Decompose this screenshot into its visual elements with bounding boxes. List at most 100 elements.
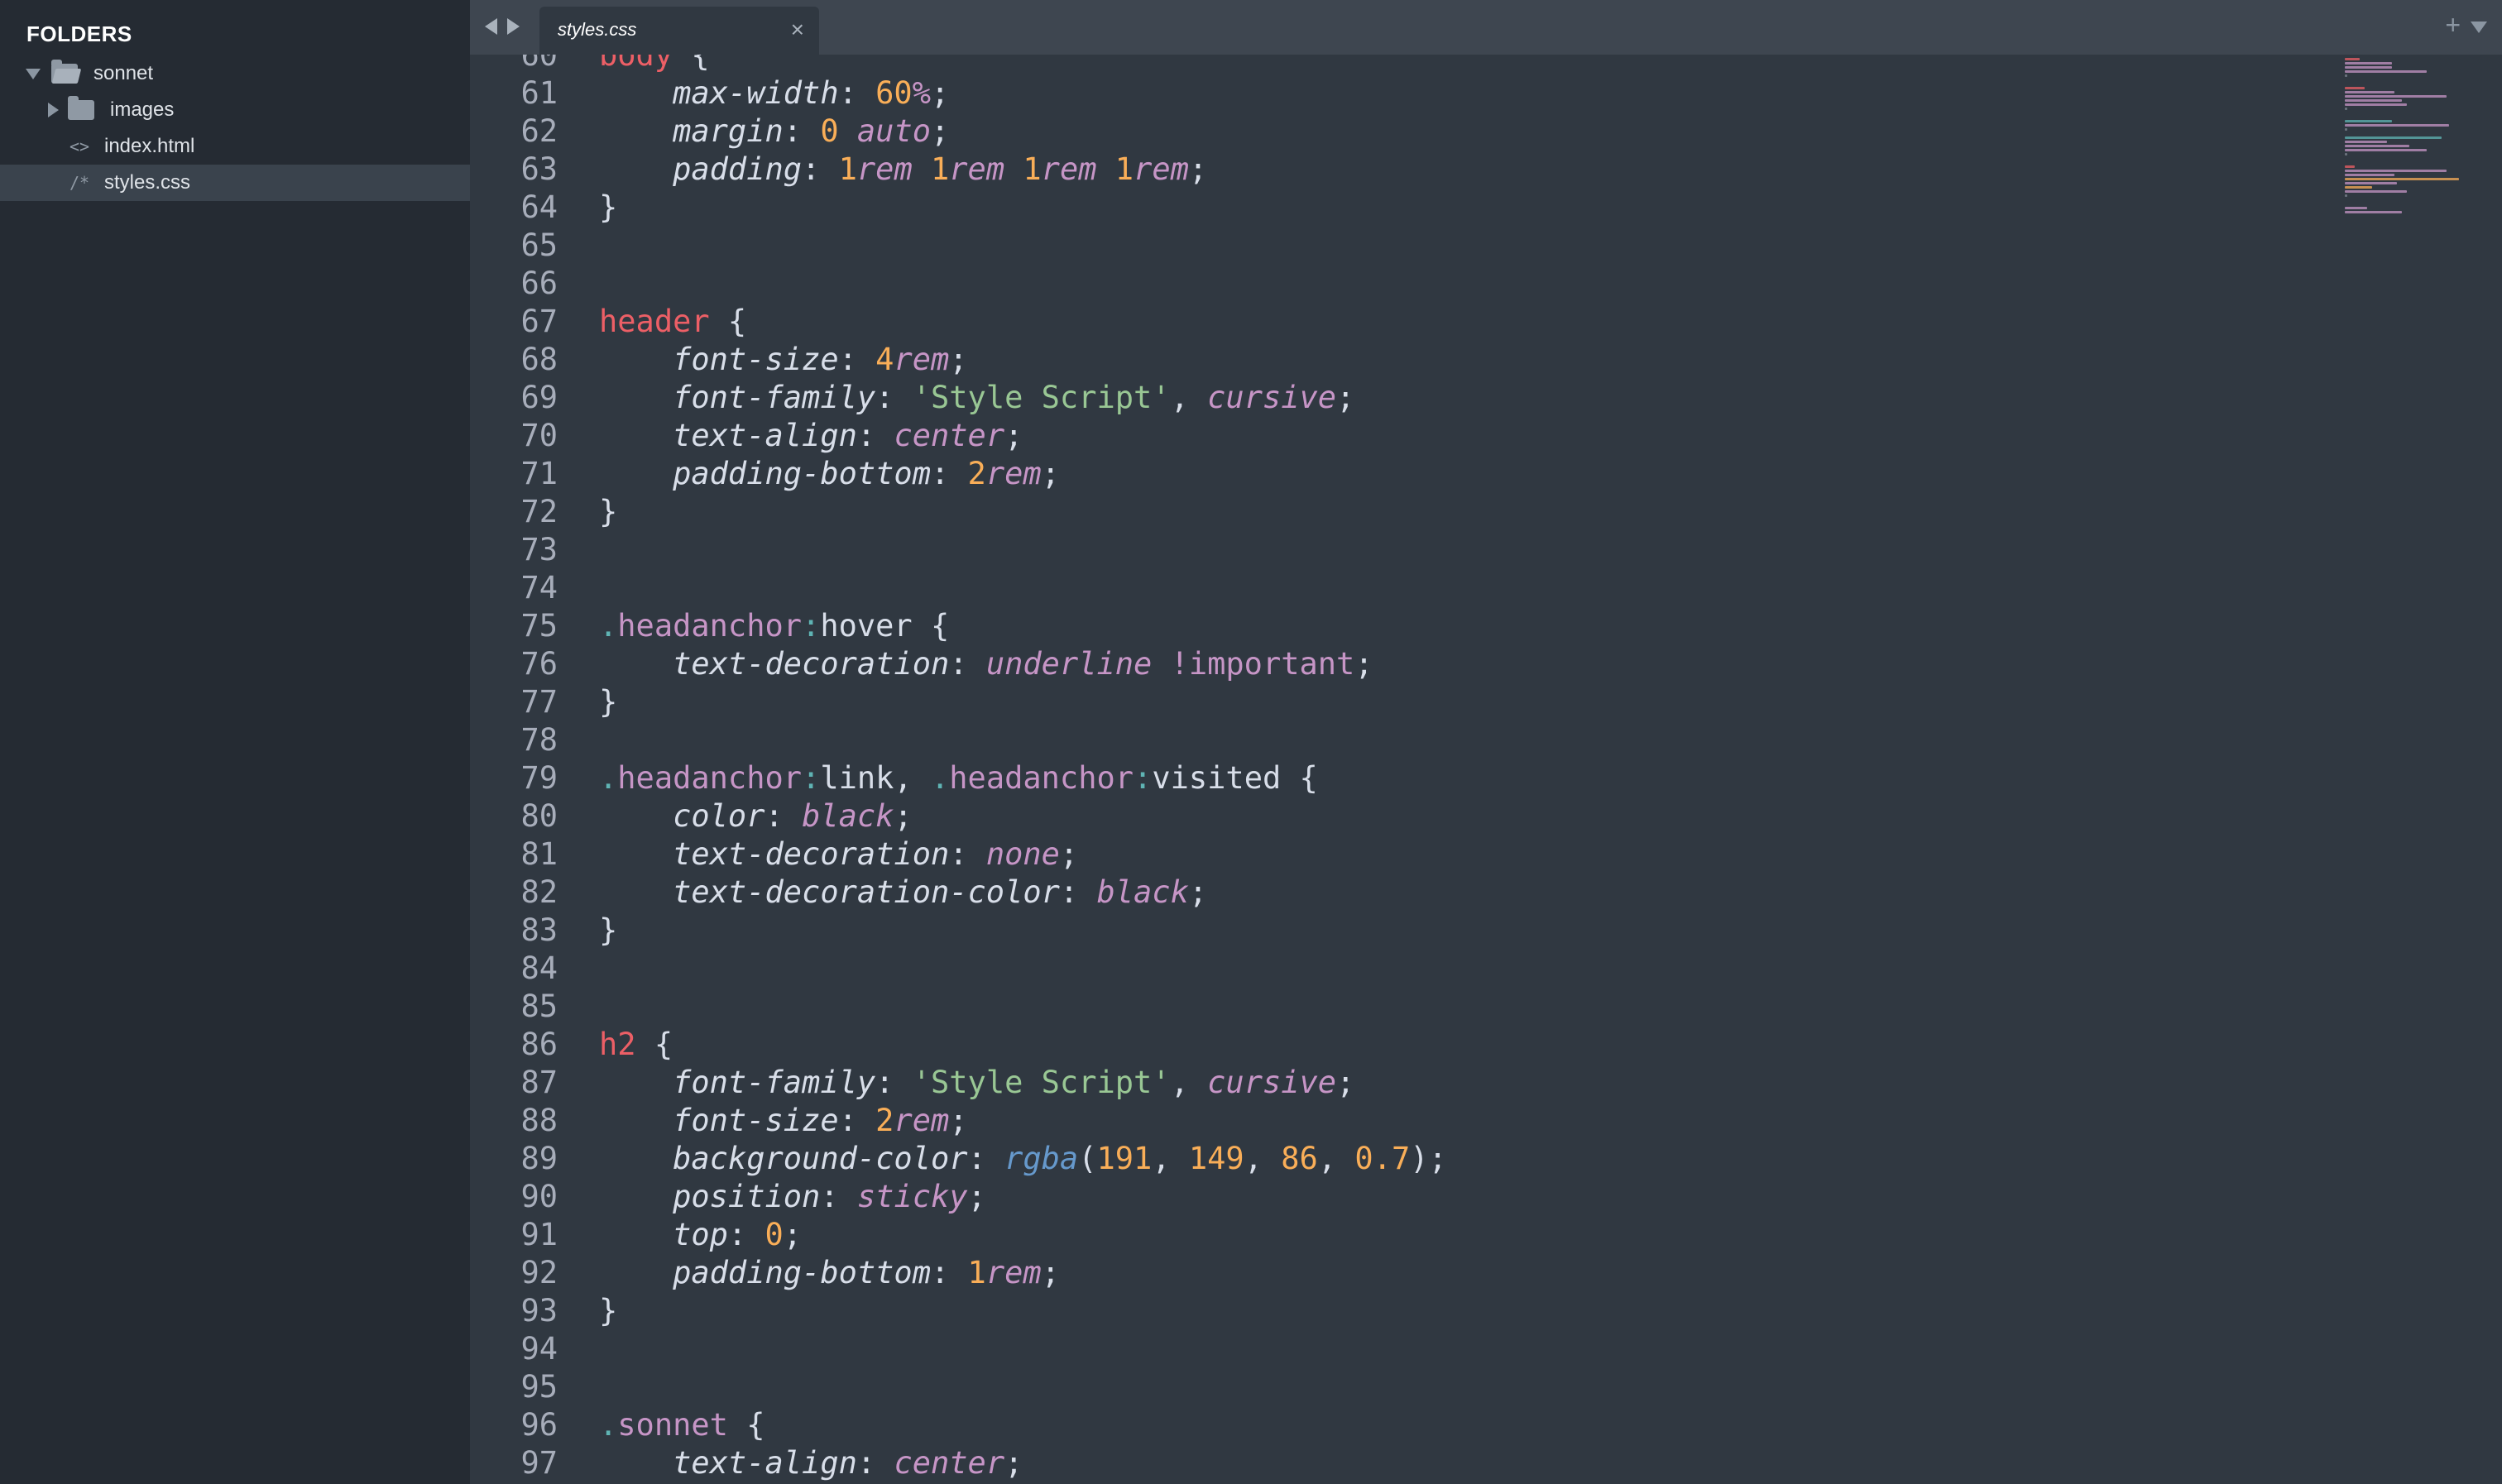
code-line[interactable]: 61 max-width: 60%; bbox=[470, 74, 2290, 112]
code-token: } bbox=[599, 684, 618, 720]
line-content: .headanchor:link, .headanchor:visited { bbox=[599, 759, 1318, 797]
line-number: 73 bbox=[520, 532, 558, 567]
code-line[interactable]: 94 bbox=[470, 1330, 2290, 1368]
code-line[interactable]: 64} bbox=[470, 189, 2290, 227]
line-content: } bbox=[599, 683, 617, 721]
line-number: 78 bbox=[520, 722, 558, 758]
code-line[interactable]: 92 padding-bottom: 1rem; bbox=[470, 1254, 2290, 1292]
code-token: , bbox=[1170, 380, 1208, 415]
code-token: font-family bbox=[673, 380, 876, 415]
tab-styles-css[interactable]: styles.css × bbox=[539, 7, 819, 55]
code-line[interactable]: 74 bbox=[470, 569, 2290, 607]
line-number: 76 bbox=[520, 646, 558, 682]
code-line[interactable]: 82 text-decoration-color: black; bbox=[470, 874, 2290, 912]
minimap[interactable] bbox=[2345, 58, 2485, 488]
code-token: ; bbox=[931, 75, 950, 111]
line-content: header { bbox=[599, 303, 746, 341]
code-line[interactable]: 77} bbox=[470, 683, 2290, 721]
code-line[interactable]: 72} bbox=[470, 493, 2290, 531]
code-token: ; bbox=[1188, 151, 1208, 187]
code-token: : bbox=[802, 151, 839, 187]
code-token: font-size bbox=[673, 1103, 839, 1138]
code-line[interactable]: 60 body { bbox=[470, 55, 2290, 74]
code-line[interactable]: 86 h2 { bbox=[470, 1026, 2290, 1064]
code-line[interactable]: 62 margin: 0 auto; bbox=[470, 112, 2290, 151]
code-line[interactable]: 93} bbox=[470, 1292, 2290, 1330]
code-line[interactable]: 73 bbox=[470, 531, 2290, 569]
code-line[interactable]: 65 bbox=[470, 227, 2290, 265]
minimap-line bbox=[2345, 83, 2485, 85]
code-line[interactable]: 75 .headanchor:hover { bbox=[470, 607, 2290, 645]
disclosure-collapsed-icon[interactable] bbox=[48, 103, 59, 117]
arrow-right-icon[interactable] bbox=[507, 18, 520, 35]
code-editor[interactable]: 60 body {61 max-width: 60%; 62 margin: 0 a… bbox=[470, 55, 2502, 1484]
code-line[interactable]: 84 bbox=[470, 950, 2290, 988]
code-line[interactable]: 96 .sonnet { bbox=[470, 1406, 2290, 1444]
code-line[interactable]: 63 padding: 1rem 1rem 1rem 1rem; bbox=[470, 151, 2290, 189]
code-line[interactable]: 70 text-align: center; bbox=[470, 417, 2290, 455]
code-line[interactable]: 87 font-family: 'Style Script', cursive; bbox=[470, 1064, 2290, 1102]
line-number: 66 bbox=[520, 266, 558, 301]
sidebar-item-sonnet[interactable]: sonnet bbox=[0, 55, 470, 92]
code-line[interactable]: 76 text-decoration: underline !important… bbox=[470, 645, 2290, 683]
minimap-line bbox=[2345, 207, 2367, 209]
sidebar-item-styles-css[interactable]: /* styles.css bbox=[0, 165, 470, 201]
sidebar-item-index-html[interactable]: <> index.html bbox=[0, 128, 470, 165]
minimap-line bbox=[2345, 66, 2392, 69]
minimap-line bbox=[2345, 136, 2442, 139]
code-area[interactable]: 60 body {61 max-width: 60%; 62 margin: 0 a… bbox=[470, 55, 2290, 1482]
css-file-icon: /* bbox=[69, 173, 90, 193]
sidebar: FOLDERS sonnet images <> index.html /* s… bbox=[0, 0, 470, 1484]
code-token: ; bbox=[783, 1217, 803, 1252]
code-line[interactable]: 89 background-color: rgba(191, 149, 86, … bbox=[470, 1140, 2290, 1178]
code-line[interactable]: 79 .headanchor:link, .headanchor:visited … bbox=[470, 759, 2290, 797]
line-content: font-family: 'Style Script', cursive; bbox=[599, 379, 1354, 417]
code-line[interactable]: 81 text-decoration: none; bbox=[470, 835, 2290, 874]
code-token: rem bbox=[894, 342, 950, 377]
line-number: 60 bbox=[520, 55, 558, 73]
code-line[interactable]: 95 bbox=[470, 1368, 2290, 1406]
plus-icon[interactable]: + bbox=[2445, 10, 2461, 41]
code-token: body bbox=[599, 55, 673, 73]
code-line[interactable]: 69 font-family: 'Style Script', cursive; bbox=[470, 379, 2290, 417]
code-line[interactable]: 68 font-size: 4rem; bbox=[470, 341, 2290, 379]
chevron-down-icon[interactable] bbox=[2471, 22, 2487, 33]
line-content: } bbox=[599, 912, 617, 950]
code-token: header bbox=[599, 304, 710, 339]
line-number: 91 bbox=[520, 1217, 558, 1252]
code-line[interactable]: 85 bbox=[470, 988, 2290, 1026]
code-token: cursive bbox=[1207, 1065, 1337, 1100]
code-line[interactable]: 97 text-align: center; bbox=[470, 1444, 2290, 1482]
code-line[interactable]: 66 bbox=[470, 265, 2290, 303]
line-number: 80 bbox=[520, 798, 558, 834]
minimap-line bbox=[2345, 161, 2485, 164]
minimap-line bbox=[2345, 70, 2427, 73]
code-line[interactable]: 88 font-size: 2rem; bbox=[470, 1102, 2290, 1140]
code-line[interactable]: 83} bbox=[470, 912, 2290, 950]
code-token: : bbox=[949, 646, 986, 682]
code-token: , bbox=[1152, 1141, 1189, 1176]
code-line[interactable]: 71 padding-bottom: 2rem; bbox=[470, 455, 2290, 493]
close-icon[interactable]: × bbox=[791, 17, 804, 43]
disclosure-expanded-icon[interactable] bbox=[26, 68, 41, 79]
code-line[interactable]: 91 top: 0; bbox=[470, 1216, 2290, 1254]
sidebar-item-label: sonnet bbox=[93, 62, 154, 84]
code-line[interactable]: 80 color: black; bbox=[470, 797, 2290, 835]
line-number: 94 bbox=[520, 1331, 558, 1367]
code-line[interactable]: 78 bbox=[470, 721, 2290, 759]
minimap-line bbox=[2345, 145, 2409, 147]
code-token: rgba bbox=[1004, 1141, 1079, 1176]
code-token: } bbox=[599, 1293, 618, 1328]
line-content: top: 0; bbox=[599, 1216, 802, 1254]
code-line[interactable]: 90 position: sticky; bbox=[470, 1178, 2290, 1216]
line-content: .sonnet { bbox=[599, 1406, 765, 1444]
line-number: 67 bbox=[520, 304, 558, 339]
arrow-left-icon[interactable] bbox=[485, 18, 497, 35]
sidebar-item-images[interactable]: images bbox=[0, 92, 470, 128]
code-token: link, bbox=[820, 760, 931, 796]
line-number: 97 bbox=[520, 1445, 558, 1481]
code-line[interactable]: 67 header { bbox=[470, 303, 2290, 341]
code-token: : bbox=[838, 342, 876, 377]
